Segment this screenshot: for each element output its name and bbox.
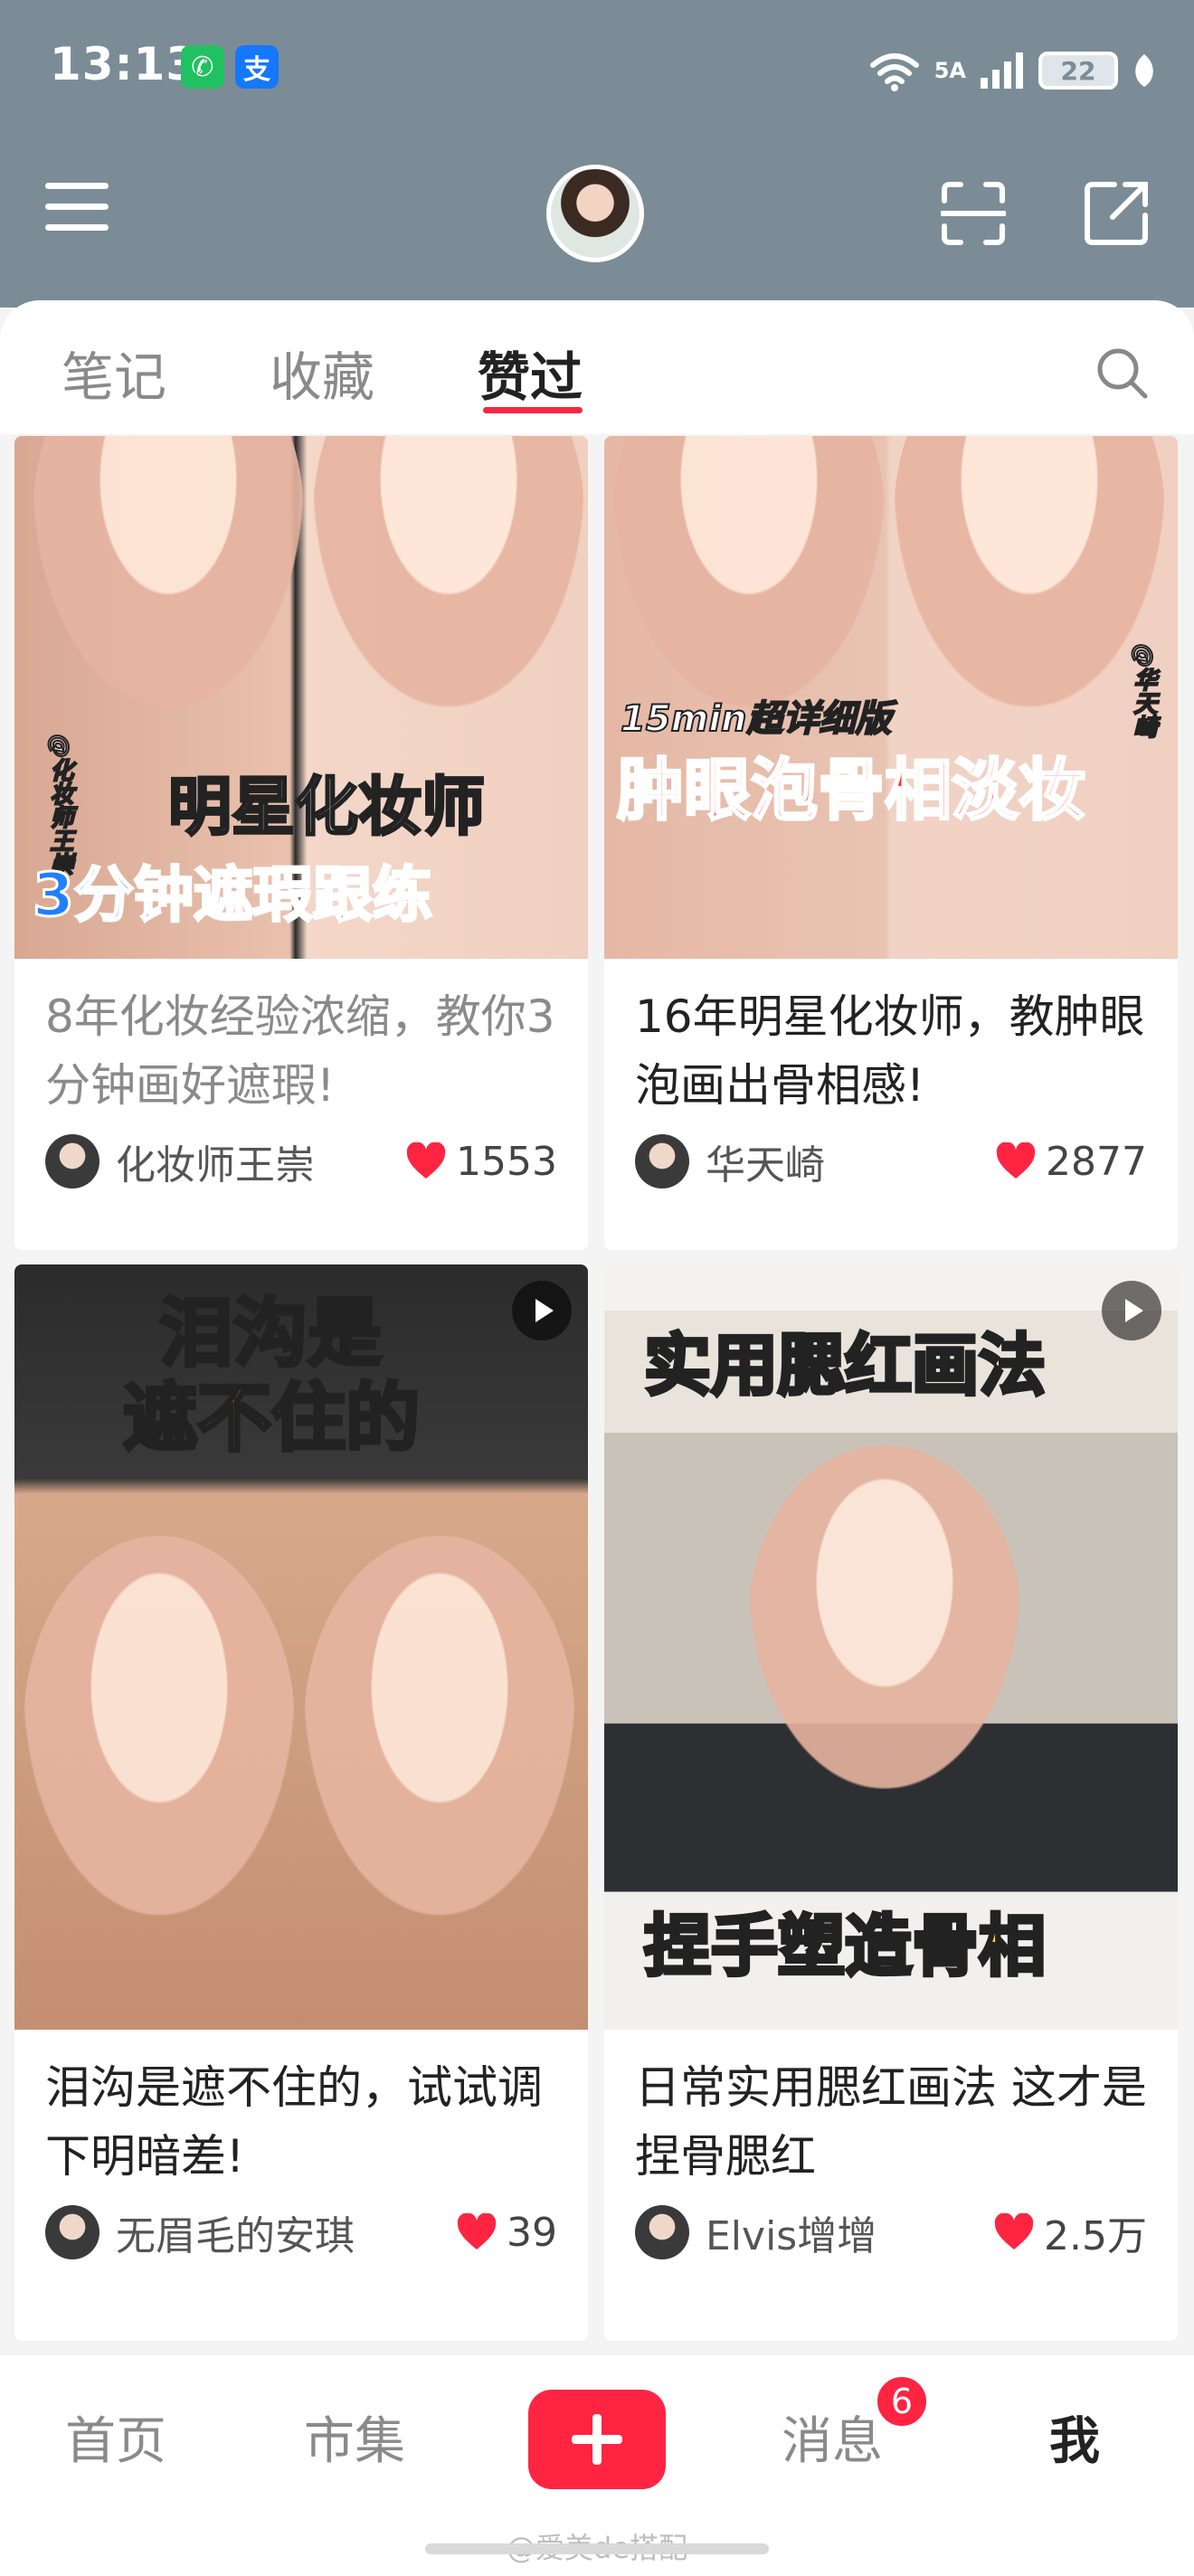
active-tab-indicator xyxy=(483,407,583,413)
wifi-icon xyxy=(869,53,919,91)
network-type-label: 5A xyxy=(933,58,966,83)
author-name[interactable]: 华天崎 xyxy=(706,1132,995,1190)
author-avatar[interactable] xyxy=(45,1134,100,1189)
card-meta: 华天崎 2877 xyxy=(604,1118,1178,1205)
tab-liked[interactable]: 赞过 xyxy=(478,335,583,411)
alipay-icon: 支 xyxy=(235,45,279,89)
feed-card[interactable]: @化妆师王崇 明星化妆师 3分钟遮瑕跟练 8年化妆经验浓缩，教你3分钟画好遮瑕!… xyxy=(14,436,588,1250)
author-name[interactable]: 化妆师王崇 xyxy=(116,1132,405,1190)
feed-card[interactable]: @华天崎 15min超详细版 肿眼泡骨相淡妆 16年明星化妆师，教肿眼泡画出骨相… xyxy=(604,436,1178,1250)
status-time: 13:13 xyxy=(50,38,199,90)
tab-favorites[interactable]: 收藏 xyxy=(270,335,374,411)
feed-card[interactable]: 泪沟是 遮不住的 泪沟是遮不住的，试试调下明暗差! 无眉毛的安琪 39 xyxy=(14,1264,588,2341)
scan-icon[interactable] xyxy=(941,181,1006,246)
face-graphic xyxy=(313,436,584,707)
content-panel: 笔记 收藏 赞过 @化妆师王崇 明星化妆师 3分钟遮瑕跟练 8年化妆经验浓缩，教… xyxy=(0,300,1194,2576)
card-thumbnail[interactable]: 泪沟是 遮不住的 xyxy=(14,1264,588,2030)
card-title[interactable]: 日常实用腮红画法 这才是捏骨腮红 xyxy=(604,2030,1178,2189)
author-name[interactable]: Elvis增增 xyxy=(706,2203,993,2261)
overlay-handle: @华天崎 xyxy=(1129,643,1158,739)
like-count: 2877 xyxy=(1046,1138,1147,1185)
card-meta: Elvis增增 2.5万 xyxy=(604,2189,1178,2276)
profile-avatar[interactable] xyxy=(546,165,644,262)
card-title[interactable]: 泪沟是遮不住的，试试调下明暗差! xyxy=(14,2030,588,2189)
card-meta: 无眉毛的安琪 39 xyxy=(14,2189,588,2276)
nav-messages[interactable]: 消息 xyxy=(782,2401,883,2474)
like-count: 1553 xyxy=(456,1138,557,1185)
hamburger-icon[interactable] xyxy=(45,183,109,233)
face-graphic xyxy=(613,436,885,707)
card-meta: 化妆师王崇 1553 xyxy=(14,1118,588,1205)
nav-home[interactable]: 首页 xyxy=(65,2401,166,2474)
author-avatar[interactable] xyxy=(45,2205,100,2259)
author-avatar[interactable] xyxy=(635,2205,689,2259)
nav-market[interactable]: 市集 xyxy=(304,2401,405,2474)
video-play-icon xyxy=(512,1281,572,1340)
overlay-handle: @化妆师王崇 xyxy=(45,734,74,876)
card-thumbnail[interactable]: @华天崎 15min超详细版 肿眼泡骨相淡妆 xyxy=(604,436,1178,959)
profile-header xyxy=(0,154,1194,271)
overlay-line1: 15min超详细版 xyxy=(620,697,893,741)
face-graphic xyxy=(304,1536,575,1916)
face-graphic xyxy=(24,1536,295,1916)
card-title[interactable]: 8年化妆经验浓缩，教你3分钟画好遮瑕! xyxy=(14,959,588,1118)
signal-icon xyxy=(981,52,1023,89)
like-count: 39 xyxy=(507,2209,557,2256)
tab-notes[interactable]: 笔记 xyxy=(62,335,166,411)
nav-me[interactable]: 我 xyxy=(1049,2401,1100,2474)
home-indicator[interactable] xyxy=(425,2543,769,2554)
card-thumbnail[interactable]: 实用腮红画法 捏手塑造骨相 xyxy=(604,1264,1178,2030)
feed-card[interactable]: 实用腮红画法 捏手塑造骨相 日常实用腮红画法 这才是捏骨腮红 Elvis增增 2… xyxy=(604,1264,1178,2341)
leaf-icon xyxy=(1135,54,1153,87)
battery-indicator: 22 xyxy=(1038,52,1118,90)
bottom-navigation: 首页 市集 消息 6 我 @爱美de搭配 xyxy=(0,2355,1194,2576)
face-graphic xyxy=(894,436,1165,707)
wechat-icon: ✆ xyxy=(181,45,224,89)
overlay-line1: 实用腮红画法 xyxy=(642,1325,1047,1406)
like-count: 2.5万 xyxy=(1044,2213,1147,2259)
overlay-line1: 泪沟是 xyxy=(157,1289,384,1378)
heart-icon[interactable] xyxy=(993,2213,1035,2251)
face-graphic xyxy=(749,1445,1020,1789)
face-graphic xyxy=(33,436,304,707)
overlay-line1: 明星化妆师 xyxy=(167,770,487,845)
heart-icon[interactable] xyxy=(456,2213,498,2251)
author-avatar[interactable] xyxy=(635,1134,689,1189)
card-thumbnail[interactable]: @化妆师王崇 明星化妆师 3分钟遮瑕跟练 xyxy=(14,436,588,959)
status-bar: 13:13 ✆ 支 5A 22 xyxy=(0,0,1194,136)
heart-icon[interactable] xyxy=(995,1142,1037,1180)
video-play-icon xyxy=(1102,1281,1161,1340)
overlay-line2: 遮不住的 xyxy=(121,1374,422,1463)
messages-badge: 6 xyxy=(874,2373,930,2429)
overlay-line2: 肿眼泡骨相淡妆 xyxy=(616,751,1087,830)
top-header-area: 13:13 ✆ 支 5A 22 xyxy=(0,0,1194,308)
overlay-line2: 3分钟遮瑕跟练 xyxy=(32,859,434,931)
profile-tabs: 笔记 收藏 赞过 xyxy=(0,300,1194,434)
card-title[interactable]: 16年明星化妆师，教肿眼泡画出骨相感! xyxy=(604,959,1178,1118)
heart-icon[interactable] xyxy=(405,1142,447,1180)
status-indicators: 5A 22 xyxy=(867,45,1158,96)
overlay-line2: 捏手塑造骨相 xyxy=(642,1906,1047,1986)
publish-button[interactable] xyxy=(528,2390,666,2489)
search-icon[interactable] xyxy=(1093,344,1151,402)
share-icon[interactable] xyxy=(1082,179,1151,248)
author-name[interactable]: 无眉毛的安琪 xyxy=(116,2203,456,2261)
